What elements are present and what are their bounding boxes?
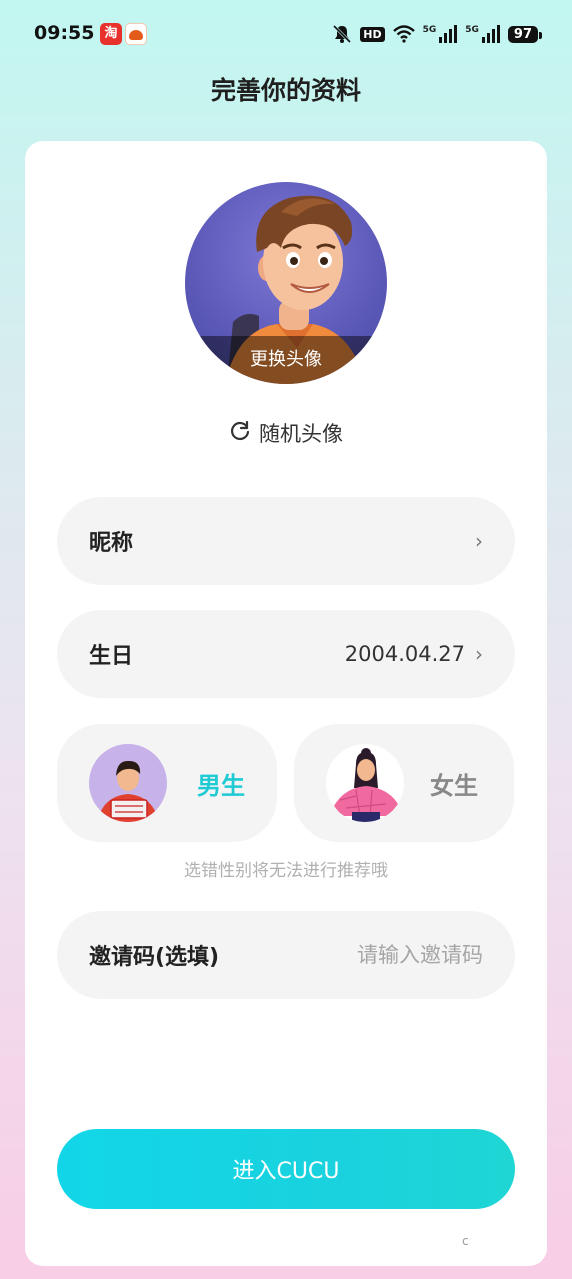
birthday-label: 生日	[89, 644, 134, 669]
change-avatar-label[interactable]: 更换头像	[185, 336, 387, 384]
sim1-label: 5G	[422, 25, 437, 35]
watermark-mark: ⅽ	[462, 1234, 469, 1248]
page-title: 完善你的资料	[210, 76, 361, 105]
hd-icon: HD	[360, 26, 385, 42]
status-icons: HD 5G 5G 97	[332, 22, 543, 46]
random-avatar-button[interactable]: 随机头像	[0, 418, 572, 448]
refresh-icon	[229, 420, 251, 447]
male-label: 男生	[197, 771, 245, 800]
random-avatar-label: 随机头像	[259, 422, 343, 446]
birthday-value: 2004.04.27	[344, 642, 465, 666]
status-time: 09:55	[34, 22, 95, 44]
enter-button[interactable]: 进入CUCU	[57, 1129, 515, 1209]
status-bar: 09:55 淘 HD 5G 5G 97	[0, 0, 572, 66]
battery-icon: 97	[507, 25, 543, 43]
taobao-app-icon: 淘	[100, 23, 122, 45]
mute-icon	[332, 24, 352, 44]
invite-code-label: 邀请码(选填)	[89, 945, 220, 970]
invite-code-input[interactable]	[313, 943, 483, 967]
sim2-label: 5G	[465, 25, 479, 35]
male-avatar	[89, 744, 167, 822]
avatar[interactable]: 更换头像	[185, 182, 387, 384]
invite-code-field[interactable]: 邀请码(选填)	[57, 911, 515, 999]
nickname-field[interactable]: 昵称 ›	[57, 497, 515, 585]
chevron-right-icon: ›	[475, 642, 483, 666]
female-avatar	[326, 744, 404, 822]
gender-option-female[interactable]: 女生	[294, 724, 514, 842]
signal-icon: 5G	[465, 25, 500, 43]
birthday-field[interactable]: 生日 2004.04.27 ›	[57, 610, 515, 698]
gender-hint: 选错性别将无法进行推荐哦	[184, 861, 388, 881]
nickname-label: 昵称	[89, 531, 134, 556]
chevron-right-icon: ›	[475, 529, 483, 553]
meituan-app-icon	[125, 23, 147, 45]
gender-option-male[interactable]: 男生	[57, 724, 277, 842]
female-label: 女生	[430, 771, 478, 800]
wifi-icon	[392, 25, 415, 43]
signal-icon: 5G	[423, 25, 458, 43]
